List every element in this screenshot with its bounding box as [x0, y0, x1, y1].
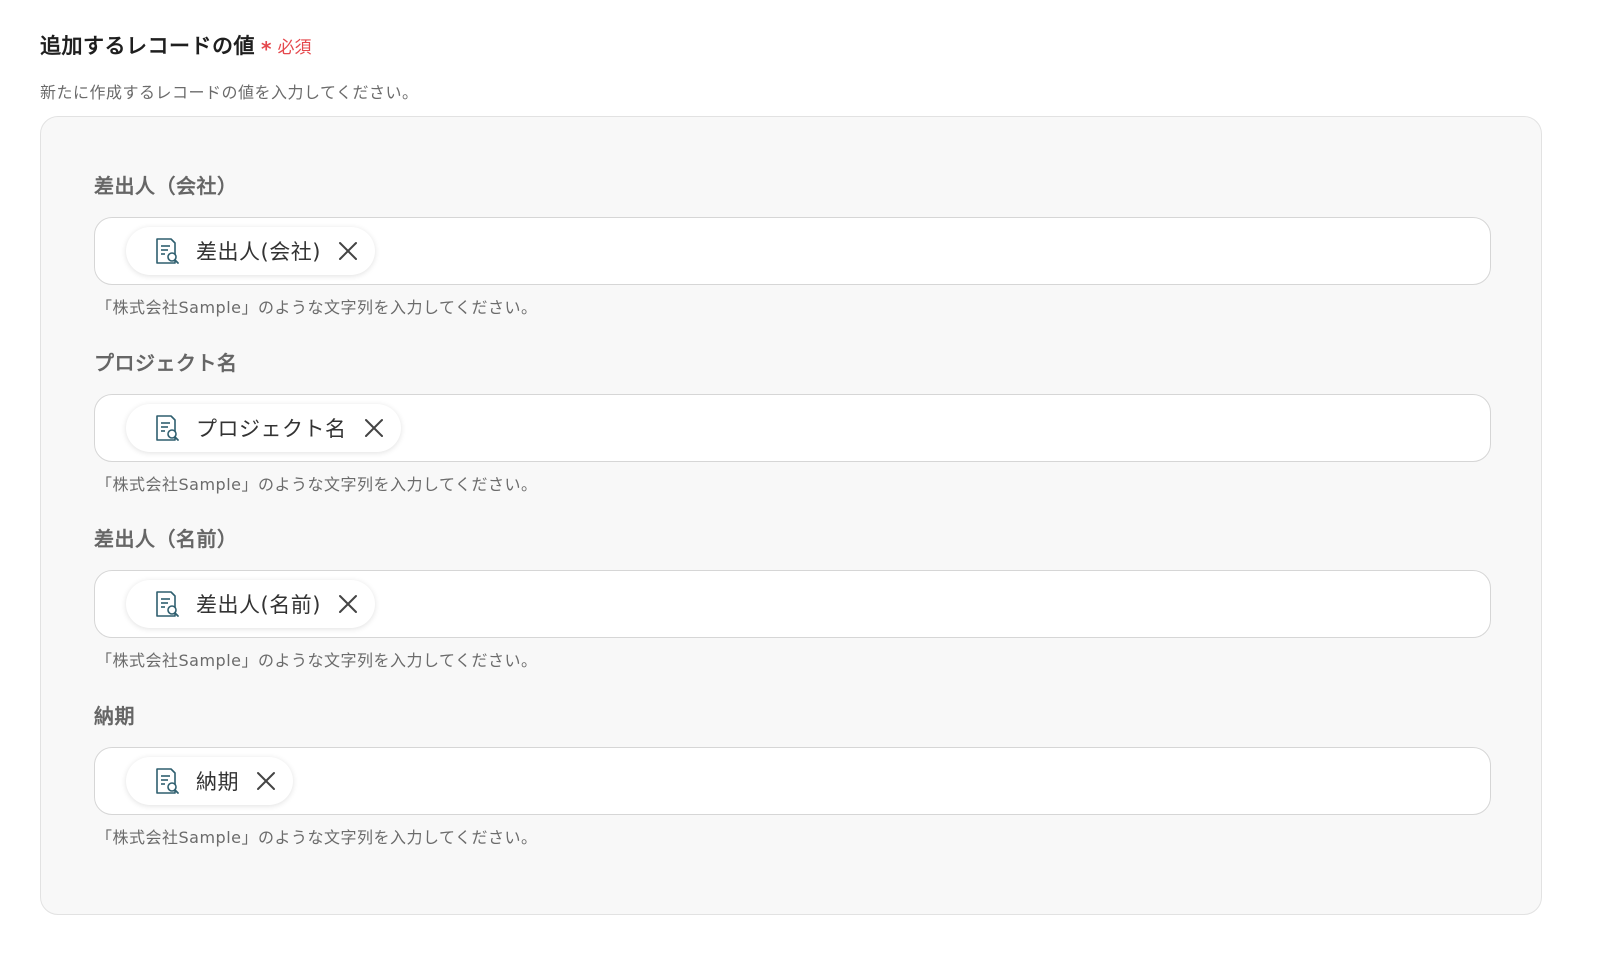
deadline-input[interactable]: 納期 — [94, 747, 1491, 815]
section-header: 追加するレコードの値 * 必須 — [40, 30, 312, 61]
variable-chip[interactable]: 差出人(会社) — [126, 227, 375, 275]
form-page: 追加するレコードの値 * 必須 新たに作成するレコードの値を入力してください。 … — [0, 0, 1600, 976]
field-label: プロジェクト名 — [94, 351, 238, 375]
sender-name-input[interactable]: 差出人(名前) — [94, 570, 1491, 638]
field-label: 納期 — [94, 704, 135, 728]
remove-chip-close-icon[interactable] — [335, 238, 361, 264]
variable-chip[interactable]: プロジェクト名 — [126, 404, 401, 452]
record-values-panel: 差出人（会社） 差出人(会社) 「株式会社Sample」のような文字列を入力して… — [40, 116, 1542, 915]
chip-label: 納期 — [196, 770, 239, 794]
field-deadline: 納期 納期 「株式会社Sample」のような文字列を入力してください。 — [94, 702, 1491, 848]
remove-chip-close-icon[interactable] — [253, 768, 279, 794]
project-name-input[interactable]: プロジェクト名 — [94, 394, 1491, 462]
sender-company-input[interactable]: 差出人(会社) — [94, 217, 1491, 285]
required-asterisk: * — [261, 37, 272, 61]
field-project-name: プロジェクト名 プロジェクト名 「株式会社Sample」のような文字列を入力して… — [94, 349, 1491, 495]
chip-label: プロジェクト名 — [196, 417, 347, 441]
field-hint: 「株式会社Sample」のような文字列を入力してください。 — [96, 298, 538, 317]
field-sender-company: 差出人（会社） 差出人(会社) 「株式会社Sample」のような文字列を入力して… — [94, 172, 1491, 318]
field-label: 差出人（会社） — [94, 174, 238, 198]
chip-label: 差出人(会社) — [196, 240, 321, 264]
field-hint: 「株式会社Sample」のような文字列を入力してください。 — [96, 651, 538, 670]
remove-chip-close-icon[interactable] — [335, 591, 361, 617]
variable-chip[interactable]: 納期 — [126, 757, 293, 805]
document-search-icon — [152, 236, 182, 266]
field-hint: 「株式会社Sample」のような文字列を入力してください。 — [96, 475, 538, 494]
field-sender-name: 差出人（名前） 差出人(名前) 「株式会社Sample」のような文字列を入力して… — [94, 525, 1491, 671]
document-search-icon — [152, 413, 182, 443]
document-search-icon — [152, 766, 182, 796]
section-description: 新たに作成するレコードの値を入力してください。 — [40, 83, 419, 102]
chip-label: 差出人(名前) — [196, 593, 321, 617]
field-hint: 「株式会社Sample」のような文字列を入力してください。 — [96, 828, 538, 847]
required-label: 必須 — [277, 38, 312, 58]
remove-chip-close-icon[interactable] — [361, 415, 387, 441]
variable-chip[interactable]: 差出人(名前) — [126, 580, 375, 628]
field-label: 差出人（名前） — [94, 527, 238, 551]
section-title: 追加するレコードの値 — [40, 34, 255, 58]
document-search-icon — [152, 589, 182, 619]
